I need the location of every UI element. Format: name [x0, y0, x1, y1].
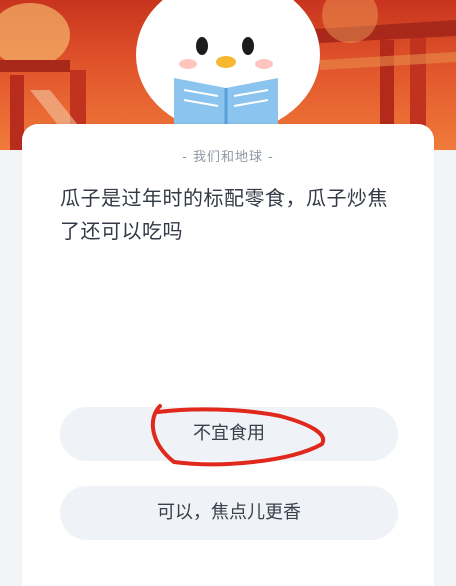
topic-label: - 我们和地球 - [182, 150, 274, 165]
answer-option-1[interactable]: 不宜食用 [60, 407, 398, 461]
question-card: - 我们和地球 - 瓜子是过年时的标配零食，瓜子炒焦了还可以吃吗 不宜食用 可以… [22, 124, 434, 586]
question-text: 瓜子是过年时的标配零食，瓜子炒焦了还可以吃吗 [60, 186, 388, 243]
answer-option-2[interactable]: 可以，焦点儿更香 [60, 486, 398, 540]
penguin-reading-icon [136, 0, 320, 130]
